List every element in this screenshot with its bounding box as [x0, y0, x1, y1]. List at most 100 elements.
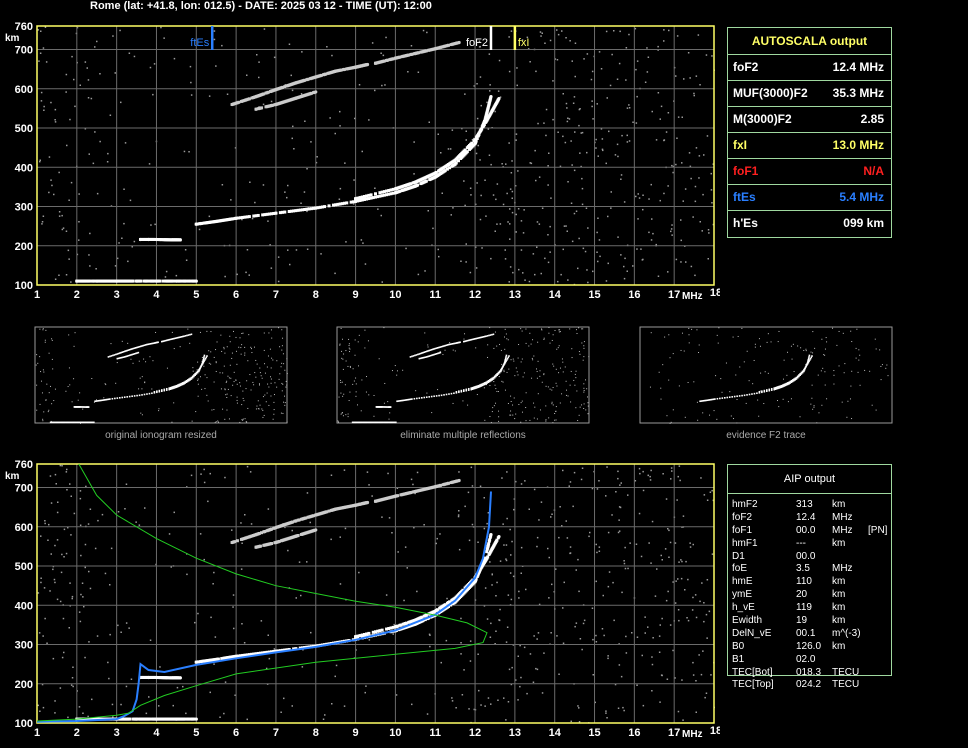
aip-param-unit: km: [832, 602, 846, 614]
x-tick-label: 18: [710, 287, 720, 299]
data-point: [373, 61, 378, 65]
aip-param-name: foF1: [732, 524, 753, 536]
thumb-label-original: original ionogram resized: [105, 430, 217, 441]
aip-param-name: TEC[Bot]: [732, 666, 773, 678]
x-tick-label: 6: [233, 727, 239, 739]
data-point: [274, 102, 278, 107]
aip-param-name: h_vE: [732, 602, 755, 614]
y-tick-label: 400: [15, 600, 33, 612]
data-point: [473, 138, 477, 142]
autoscala-value: N/A: [863, 164, 884, 178]
data-point: [254, 533, 258, 537]
aip-param-value: ---: [796, 537, 806, 549]
x-tick-label: 17: [668, 289, 680, 301]
x-tick-label: 11: [429, 289, 441, 301]
autoscala-row-fxi: fxI 13.0 MHz: [728, 133, 891, 159]
x-tick-label: 15: [588, 727, 600, 739]
aip-param-value: 19: [796, 615, 808, 627]
trace-series-4: [230, 62, 370, 107]
aip-param-value: 02.0: [796, 653, 816, 665]
x-tick-label: 13: [509, 289, 521, 301]
y-tick-label: 500: [15, 561, 33, 573]
autoscala-row-muf3000f2: MUF(3000)F2 35.3 MHz: [728, 81, 891, 107]
data-point: [334, 69, 338, 73]
data-point: [393, 187, 398, 191]
y-tick-label: 400: [15, 162, 33, 174]
trace-series-0: [138, 237, 182, 242]
autoscala-row-hes: h'Es 099 km: [728, 211, 891, 236]
autoscala-value: 2.85: [860, 112, 884, 126]
x-axis-label: MHz: [682, 291, 703, 302]
autoscala-ionogram-chart: 1 2 3 4 5 6 7 8 9 10 11 12 13 14 15 16 17 181002003004005…: [5, 21, 720, 302]
trace-series-6: [373, 40, 461, 65]
autoscala-row-fof2: foF2 12.4 MHz: [728, 55, 891, 81]
x-tick-label: 1: [34, 727, 40, 739]
data-point: [314, 75, 318, 79]
x-axis-label: MHz: [682, 729, 703, 740]
autoscala-label: MUF(3000)F2: [733, 86, 808, 100]
data-point: [353, 199, 358, 204]
x-tick-label: 18: [710, 725, 720, 737]
data-point: [134, 279, 139, 283]
data-point: [365, 500, 370, 505]
x-tick-label: 2: [74, 289, 80, 301]
data-point: [393, 625, 398, 629]
data-point: [274, 211, 278, 215]
aip-param-value: 00.0: [796, 524, 816, 536]
data-point: [174, 279, 178, 283]
data-point: [433, 609, 437, 613]
aip-param-name: TEC[Top]: [732, 679, 774, 691]
data-point: [314, 528, 318, 532]
aip-param-unit: km: [832, 589, 846, 601]
data-point: [146, 237, 151, 242]
data-point: [230, 540, 234, 545]
x-tick-label: 2: [74, 727, 80, 739]
data-point: [294, 96, 298, 100]
x-tick-label: 15: [588, 289, 600, 301]
data-point: [178, 238, 182, 242]
data-point: [353, 503, 358, 507]
data-point: [274, 87, 278, 92]
y-tick-label: 700: [15, 45, 33, 57]
data-point: [413, 184, 417, 188]
x-tick-label: 4: [153, 289, 160, 301]
x-tick-label: 7: [273, 289, 279, 301]
aip-param-name: B1: [732, 653, 745, 665]
data-point: [154, 675, 159, 680]
aip-param-unit: MHz: [832, 524, 853, 536]
trace-series-4: [230, 500, 370, 545]
data-point: [194, 660, 198, 664]
aip-param-unit: km: [832, 615, 846, 627]
aip-param-unit: m^(-3): [832, 627, 861, 639]
data-point: [174, 717, 178, 721]
data-point: [497, 96, 501, 101]
aip-param-name: hmE: [732, 576, 753, 588]
data-point: [353, 65, 358, 69]
x-tick-label: 1: [34, 289, 40, 301]
x-tick-label: 13: [509, 727, 521, 739]
x-tick-label: 9: [353, 289, 359, 301]
aip-param-value: 126.0: [796, 640, 822, 652]
y-tick-label: 300: [15, 202, 33, 214]
data-point: [75, 279, 79, 283]
aip-param-name: B0: [732, 640, 745, 652]
x-tick-label: 12: [469, 289, 481, 301]
profile-trace-line: [36, 491, 492, 723]
aip-param-value: 313: [796, 499, 813, 510]
x-tick-label: 4: [153, 727, 160, 739]
data-point: [138, 237, 143, 242]
data-point: [178, 676, 182, 680]
aip-param-unit: TECU: [832, 679, 860, 691]
x-tick-label: 12: [469, 727, 481, 739]
data-point: [294, 519, 298, 523]
data-point: [274, 540, 278, 545]
data-point: [194, 222, 198, 226]
aip-param-unit: km: [832, 499, 846, 510]
x-tick-label: 10: [389, 289, 401, 301]
x-tick-label: 6: [233, 289, 239, 301]
aip-param-value: 12.4: [796, 511, 816, 523]
marker-label-foF2: foF2: [466, 37, 488, 49]
data-point: [194, 717, 198, 721]
autoscala-row-ftes: ftEs 5.4 MHz: [728, 185, 891, 211]
trace-series-3: [353, 534, 501, 639]
